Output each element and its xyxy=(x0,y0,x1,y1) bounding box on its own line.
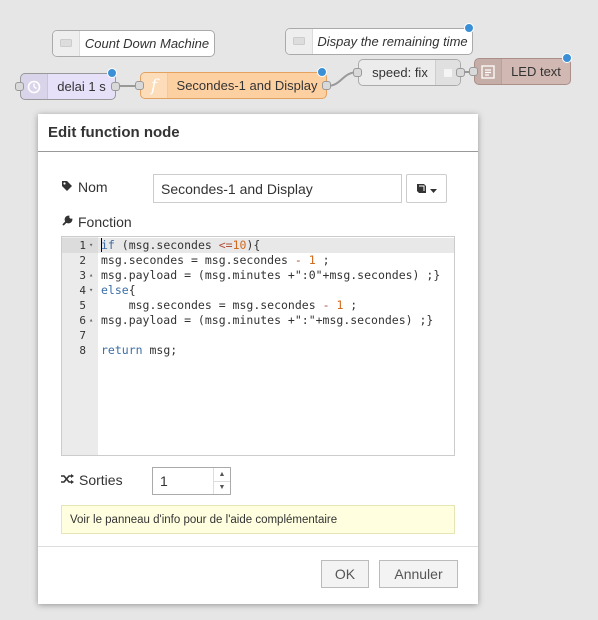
code-text: msg.secondes = msg.secondes - 1 ; xyxy=(101,298,358,312)
dialog-title: Edit function node xyxy=(38,114,478,152)
book-icon xyxy=(416,181,427,197)
stepper-buttons: ▲ ▼ xyxy=(213,468,230,494)
node-label: LED text xyxy=(511,64,561,79)
changed-indicator-dot xyxy=(464,23,474,33)
input-port[interactable] xyxy=(469,67,478,76)
code-text: return msg; xyxy=(101,343,178,357)
comment-icon xyxy=(286,29,313,54)
edit-function-dialog: Edit function node Nom Secondes-1 and Di… xyxy=(38,114,478,604)
code-text: msg.secondes = msg.secondes - 1 ; xyxy=(101,253,330,267)
led-text-node[interactable]: LED text xyxy=(474,58,571,85)
node-label: Secondes-1 and Display xyxy=(176,78,318,93)
code-line[interactable]: 8 return msg; xyxy=(62,343,454,358)
function-label: Fonction xyxy=(78,214,132,230)
code-line[interactable]: 7 xyxy=(62,328,454,343)
node-label: Count Down Machine xyxy=(84,36,210,51)
fold-toggle-icon[interactable]: ▾ xyxy=(89,283,93,298)
shuffle-icon xyxy=(61,472,74,488)
text-display-icon xyxy=(475,59,502,84)
name-input-value: Secondes-1 and Display xyxy=(161,180,313,197)
outputs-label: Sorties xyxy=(79,472,123,488)
decrement-button[interactable]: ▼ xyxy=(214,481,230,494)
output-port[interactable] xyxy=(322,81,331,90)
fold-toggle-icon[interactable]: ▾ xyxy=(89,238,93,253)
name-label-row: Nom xyxy=(61,179,108,195)
code-line[interactable]: 2 msg.secondes = msg.secondes - 1 ; xyxy=(62,253,454,268)
line-number: 8 xyxy=(79,344,86,357)
node-label: delai 1 s xyxy=(57,79,106,94)
changed-indicator-dot xyxy=(107,68,117,78)
tag-icon xyxy=(61,179,73,195)
input-port[interactable] xyxy=(135,81,144,90)
code-line[interactable]: 4 ▾ else{ xyxy=(62,283,454,298)
delay-node[interactable]: delai 1 s xyxy=(20,73,116,100)
input-port[interactable] xyxy=(353,68,362,77)
caret-down-icon xyxy=(430,181,437,197)
node-label: Dispay the remaining time xyxy=(317,34,468,49)
comment-node-count-down[interactable]: Count Down Machine xyxy=(52,30,215,57)
timer-icon xyxy=(21,74,48,99)
code-line[interactable]: 6 ▴ msg.payload = (msg.minutes +":"+msg.se… xyxy=(62,313,454,328)
fold-toggle-icon[interactable]: ▴ xyxy=(89,268,93,283)
code-editor[interactable]: 1 ▾ if (msg.secondes <=10){2 msg.secondes =… xyxy=(61,236,455,456)
name-label: Nom xyxy=(78,179,108,195)
function-label-row: Fonction xyxy=(61,214,132,230)
output-port[interactable] xyxy=(111,82,120,91)
text-cursor xyxy=(101,238,102,252)
code-text: if (msg.secondes <=10){ xyxy=(101,238,261,252)
function-icon: f xyxy=(141,73,168,98)
wrench-icon xyxy=(61,214,73,230)
fold-toggle-icon[interactable]: ▴ xyxy=(89,313,93,328)
outputs-label-row: Sorties xyxy=(61,472,123,488)
changed-indicator-dot xyxy=(317,67,327,77)
ok-button[interactable]: OK xyxy=(321,560,369,588)
line-number: 2 xyxy=(79,254,86,267)
function-node[interactable]: f Secondes-1 and Display xyxy=(140,72,327,99)
node-label: speed: fix xyxy=(372,65,428,80)
speed-node[interactable]: speed: fix xyxy=(358,59,461,86)
line-number: 5 xyxy=(79,299,86,312)
dialog-footer: OK Annuler xyxy=(38,546,478,604)
code-text: else{ xyxy=(101,283,136,297)
line-number: 7 xyxy=(79,329,86,342)
library-button[interactable] xyxy=(406,174,447,203)
increment-button[interactable]: ▲ xyxy=(214,468,230,482)
outputs-value: 1 xyxy=(160,473,168,489)
code-line[interactable]: 3 ▴ msg.payload = (msg.minutes +":0"+msg.s… xyxy=(62,268,454,283)
comment-icon xyxy=(53,31,80,56)
cancel-button[interactable]: Annuler xyxy=(379,560,458,588)
output-port[interactable] xyxy=(456,68,465,77)
outputs-stepper[interactable]: 1 ▲ ▼ xyxy=(152,467,231,495)
code-line[interactable]: 5 msg.secondes = msg.secondes - 1 ; xyxy=(62,298,454,313)
code-text: msg.payload = (msg.minutes +":"+msg.seco… xyxy=(101,313,434,327)
changed-indicator-dot xyxy=(562,53,572,63)
help-info-box: Voir le panneau d'info pour de l'aide co… xyxy=(61,505,455,534)
info-text: Voir le panneau d'info pour de l'aide co… xyxy=(70,513,338,526)
comment-node-display-time[interactable]: Dispay the remaining time xyxy=(285,28,473,55)
code-text: msg.payload = (msg.minutes +":0"+msg.sec… xyxy=(101,268,441,282)
input-port[interactable] xyxy=(15,82,24,91)
name-input[interactable]: Secondes-1 and Display xyxy=(153,174,402,203)
code-line[interactable]: 1 ▾ if (msg.secondes <=10){ xyxy=(62,238,454,253)
